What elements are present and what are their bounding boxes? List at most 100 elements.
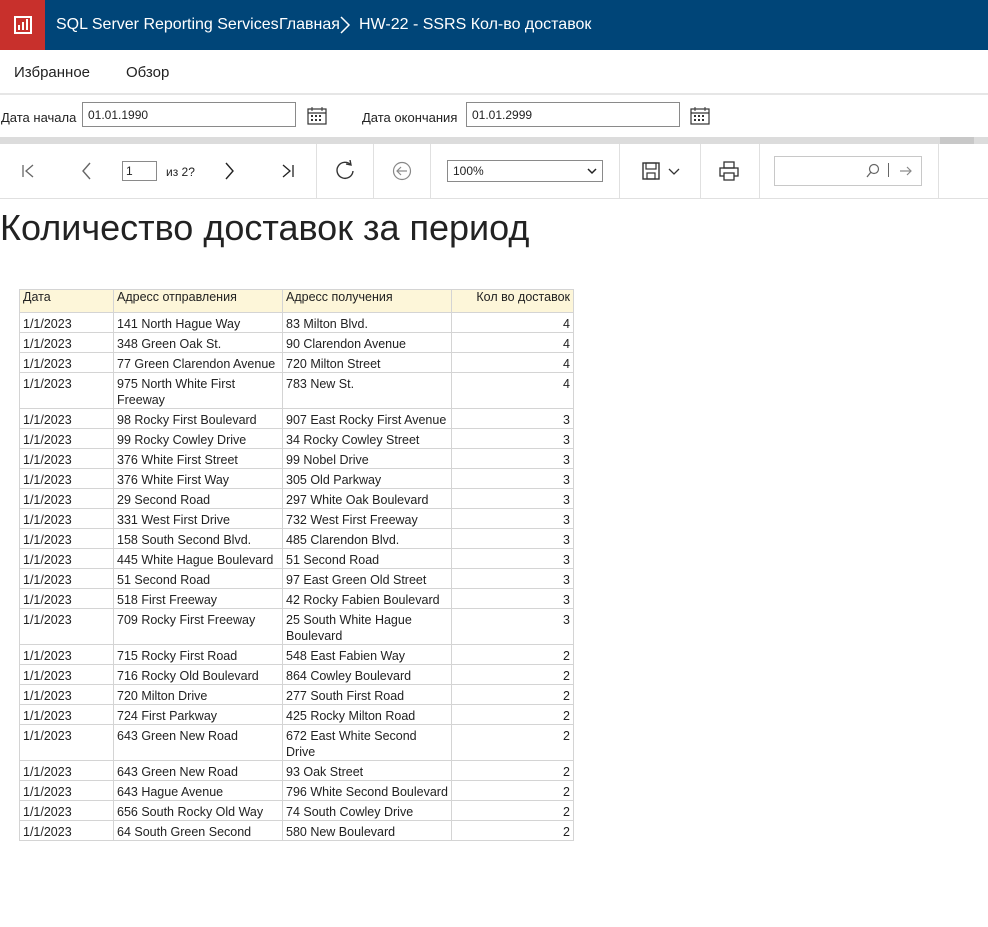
chevron-down-icon: [587, 165, 597, 179]
cell-from-address: 724 First Parkway: [113, 704, 283, 725]
back-to-parent-icon[interactable]: [391, 160, 413, 182]
cell-from-address: 720 Milton Drive: [113, 684, 283, 705]
search-divider: [888, 163, 889, 177]
nav-favorites[interactable]: Избранное: [14, 64, 90, 81]
cell-date: 1/1/2023: [19, 608, 114, 645]
cell-delivery-count: 2: [451, 780, 574, 801]
first-page-icon[interactable]: [17, 160, 39, 182]
cell-date: 1/1/2023: [19, 372, 114, 409]
table-row: 1/1/2023 331 West First Drive 732 West Fir…: [19, 508, 574, 529]
last-page-icon[interactable]: [277, 160, 299, 182]
nav-browse[interactable]: Обзор: [126, 64, 169, 81]
cell-date: 1/1/2023: [19, 508, 114, 529]
cell-from-address: 77 Green Clarendon Avenue: [113, 352, 283, 373]
cell-date: 1/1/2023: [19, 780, 114, 801]
cell-from-address: 445 White Hague Boulevard: [113, 548, 283, 569]
table-row: 1/1/2023 643 Hague Avenue 796 White Second…: [19, 780, 574, 801]
breadcrumb-chevron-icon: [339, 15, 351, 40]
cell-date: 1/1/2023: [19, 448, 114, 469]
cell-delivery-count: 3: [451, 568, 574, 589]
table-row: 1/1/2023 158 South Second Blvd. 485 Claren…: [19, 528, 574, 549]
cell-to-address: 93 Oak Street: [282, 760, 452, 781]
cell-date: 1/1/2023: [19, 332, 114, 353]
end-date-calendar-icon[interactable]: [690, 107, 710, 125]
export-chevron-down-icon[interactable]: [663, 160, 685, 182]
cell-to-address: 672 East White Second Drive: [282, 724, 452, 761]
collapse-parameters-handle[interactable]: [940, 137, 974, 144]
cell-from-address: 141 North Hague Way: [113, 312, 283, 333]
cell-date: 1/1/2023: [19, 428, 114, 449]
table-row: 1/1/2023 643 Green New Road 672 East White…: [19, 724, 574, 761]
cell-delivery-count: 3: [451, 508, 574, 529]
table-row: 1/1/2023 141 North Hague Way 83 Milton Blv…: [19, 312, 574, 333]
cell-from-address: 331 West First Drive: [113, 508, 283, 529]
cell-delivery-count: 4: [451, 332, 574, 353]
cell-from-address: 975 North White First Freeway: [113, 372, 283, 409]
column-header-from-address: Адресс отправления: [113, 289, 283, 313]
cell-delivery-count: 4: [451, 312, 574, 333]
cell-date: 1/1/2023: [19, 664, 114, 685]
search-icon[interactable]: [865, 163, 881, 184]
cell-from-address: 518 First Freeway: [113, 588, 283, 609]
ssrs-logo-icon[interactable]: [0, 0, 45, 50]
previous-page-icon[interactable]: [76, 160, 98, 182]
cell-to-address: 51 Second Road: [282, 548, 452, 569]
cell-date: 1/1/2023: [19, 312, 114, 333]
cell-delivery-count: 2: [451, 644, 574, 665]
zoom-select[interactable]: 100%: [447, 160, 603, 182]
cell-to-address: 90 Clarendon Avenue: [282, 332, 452, 353]
table-row: 1/1/2023 99 Rocky Cowley Drive 34 Rocky Co…: [19, 428, 574, 449]
table-row: 1/1/2023 709 Rocky First Freeway 25 South …: [19, 608, 574, 645]
toolbar-divider: [759, 144, 760, 198]
cell-from-address: 715 Rocky First Road: [113, 644, 283, 665]
cell-from-address: 158 South Second Blvd.: [113, 528, 283, 549]
cell-to-address: 99 Nobel Drive: [282, 448, 452, 469]
cell-delivery-count: 4: [451, 352, 574, 373]
cell-delivery-count: 2: [451, 664, 574, 685]
column-header-date: Дата: [19, 289, 114, 313]
export-save-icon[interactable]: [640, 160, 662, 182]
cell-to-address: 720 Milton Street: [282, 352, 452, 373]
cell-from-address: 99 Rocky Cowley Drive: [113, 428, 283, 449]
top-header-bar: SQL Server Reporting Services Главная HW…: [0, 0, 988, 50]
start-date-input[interactable]: 01.01.1990: [82, 102, 296, 127]
page-count-label: из 2?: [166, 165, 195, 179]
cell-from-address: 643 Hague Avenue: [113, 780, 283, 801]
find-next-arrow-icon[interactable]: [899, 164, 913, 183]
next-page-icon[interactable]: [218, 160, 240, 182]
table-row: 1/1/2023 376 White First Street 99 Nobel D…: [19, 448, 574, 469]
cell-from-address: 98 Rocky First Boulevard: [113, 408, 283, 429]
table-row: 1/1/2023 724 First Parkway 425 Rocky Milto…: [19, 704, 574, 725]
toolbar-divider: [430, 144, 431, 198]
cell-to-address: 783 New St.: [282, 372, 452, 409]
report-toolbar: 1 из 2? 100%: [0, 144, 988, 199]
start-date-calendar-icon[interactable]: [307, 107, 327, 125]
breadcrumb-home-link[interactable]: Главная: [279, 16, 340, 34]
find-text-input[interactable]: [774, 156, 922, 186]
current-page-input[interactable]: 1: [122, 161, 157, 181]
table-row: 1/1/2023 77 Green Clarendon Avenue 720 Mil…: [19, 352, 574, 373]
cell-date: 1/1/2023: [19, 468, 114, 489]
print-icon[interactable]: [718, 160, 740, 182]
cell-date: 1/1/2023: [19, 724, 114, 761]
table-row: 1/1/2023 98 Rocky First Boulevard 907 East…: [19, 408, 574, 429]
table-row: 1/1/2023 656 South Rocky Old Way 74 South …: [19, 800, 574, 821]
toolbar-divider: [619, 144, 620, 198]
breadcrumb-current-report: HW-22 - SSRS Кол-во доставок: [359, 16, 592, 33]
cell-date: 1/1/2023: [19, 528, 114, 549]
cell-to-address: 580 New Boulevard: [282, 820, 452, 841]
cell-to-address: 485 Clarendon Blvd.: [282, 528, 452, 549]
refresh-icon[interactable]: [334, 160, 356, 182]
report-table: Дата Адресс отправления Адресс получения…: [19, 289, 574, 841]
table-row: 1/1/2023 29 Second Road 297 White Oak Boul…: [19, 488, 574, 509]
table-row: 1/1/2023 975 North White First Freeway 783…: [19, 372, 574, 409]
cell-from-address: 348 Green Oak St.: [113, 332, 283, 353]
cell-to-address: 297 White Oak Boulevard: [282, 488, 452, 509]
cell-delivery-count: 3: [451, 548, 574, 569]
end-date-input[interactable]: 01.01.2999: [466, 102, 680, 127]
table-body: 1/1/2023 141 North Hague Way 83 Milton Blv…: [19, 312, 574, 841]
app-title[interactable]: SQL Server Reporting Services: [56, 16, 279, 34]
toolbar-divider: [316, 144, 317, 198]
end-date-label: Дата окончания: [362, 110, 458, 125]
parameters-splitter[interactable]: [0, 137, 988, 144]
